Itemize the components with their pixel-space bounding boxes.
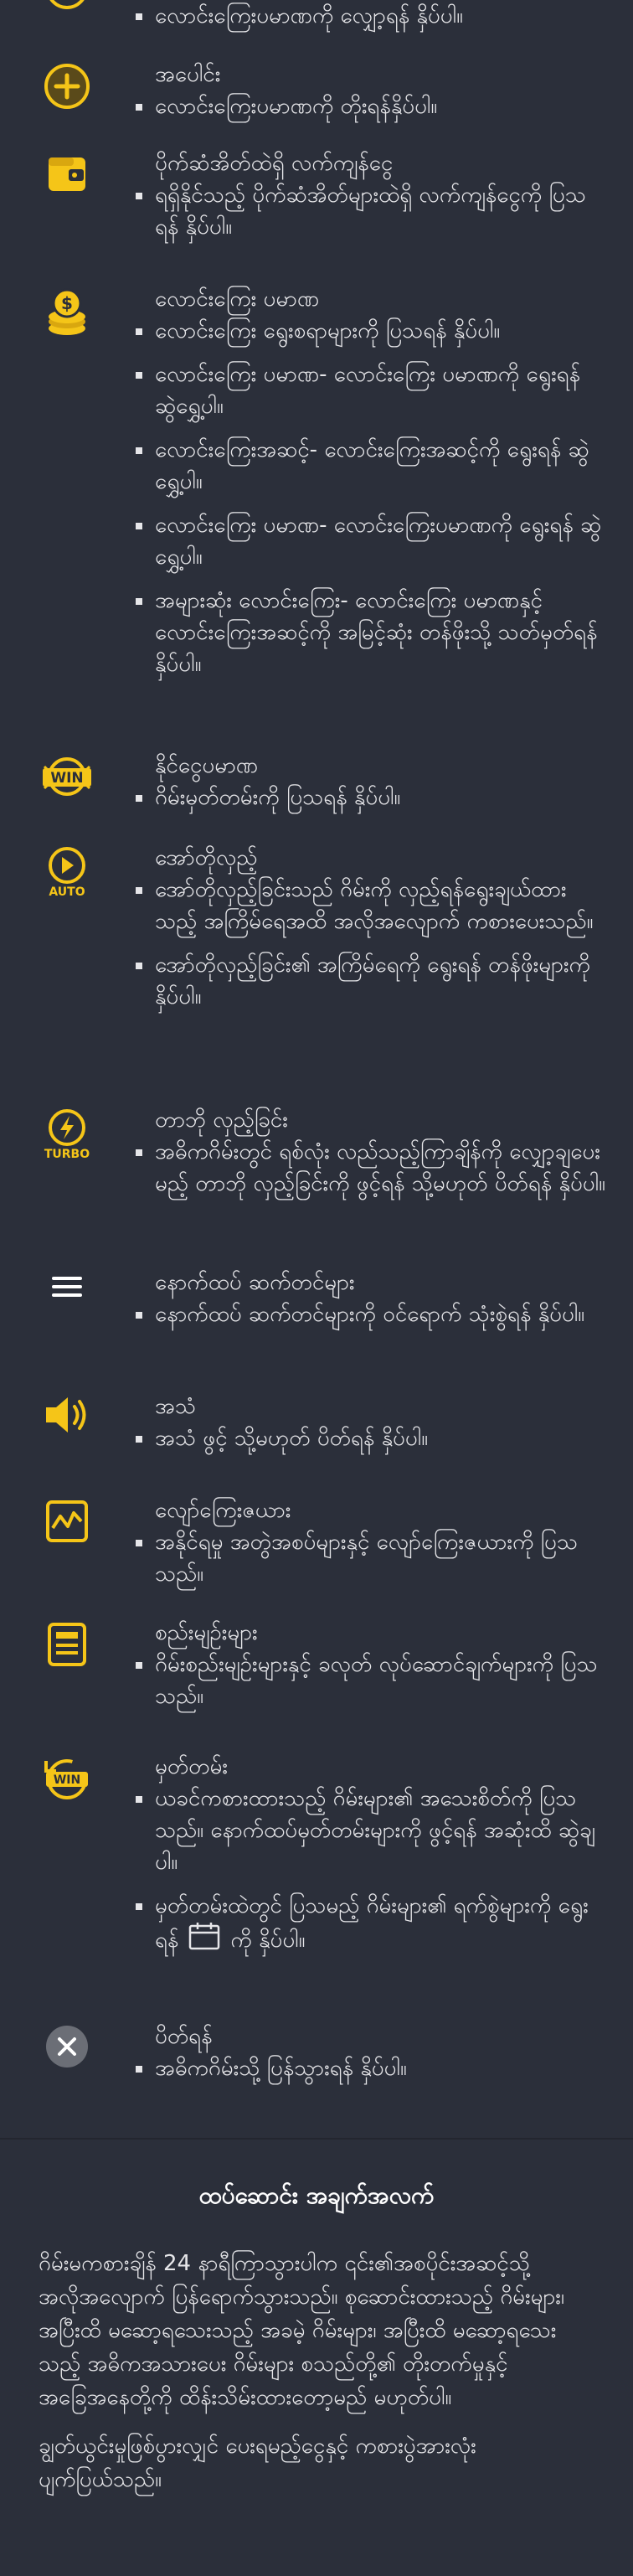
bullet-item: အဓိကဂိမ်းတွင် ရစ်လုံး လည်သည့်ကြာချိန်ကို… <box>134 1136 608 1200</box>
bullet-item: လောင်းကြေး ပမာဏ- လောင်းကြေး ပမာဏကို ရွေး… <box>134 359 608 422</box>
row-title: စည်းမျဉ်းများ <box>155 1620 258 1645</box>
icon-label: WIN <box>54 1773 80 1787</box>
bullet-item: လောင်းကြေးအဆင့်- လောင်းကြေးအဆင့်ကို ရွေး… <box>134 434 608 498</box>
bullet-item: အဓိကဂိမ်းသို့ ပြန်သွားရန် နှိပ်ပါ။ <box>134 2052 608 2084</box>
help-row: WIN နိုင်ငွေပမာဏဂိမ်းမှတ်တမ်းကို ပြသရန် န… <box>0 750 633 825</box>
history-icon: WIN <box>39 1754 95 1804</box>
bullet-list: အဓိကဂိမ်းသို့ ပြန်သွားရန် နှိပ်ပါ။ <box>134 2052 608 2084</box>
bullet-item: အော်တိုလှည့်ခြင်းသည် ဂိမ်းကို လှည့်ရန်ရွ… <box>134 874 608 937</box>
row-title: နိုင်ငွေပမာဏ <box>155 753 258 778</box>
bullet-item: ယခင်ကစားထားသည့် ဂိမ်းများ၏ အသေးစိတ်ကို ပ… <box>134 1783 608 1878</box>
menu-icon <box>49 1270 85 1303</box>
bullet-list: ယခင်ကစားထားသည့် ဂိမ်းများ၏ အသေးစိတ်ကို ပ… <box>134 1783 608 1959</box>
bullet-list: ရရှိနိုင်သည့် ပိုက်ဆံအိတ်များထဲရှိ လက်ကျ… <box>134 179 608 243</box>
bullet-item: အော်တိုလှည့်ခြင်း၏ အကြိမ်ရေကို ရွေးရန် တ… <box>134 949 608 1013</box>
bullet-list: အသံ ဖွင့် သို့မဟုတ် ပိတ်ရန် နှိပ်ပါ။ <box>134 1422 608 1454</box>
bullet-list: ဂိမ်းမှတ်တမ်းကို ပြသရန် နှိပ်ပါ။ <box>134 782 608 813</box>
additional-info-title: ထပ်ဆောင်း အချက်အလက် <box>198 2181 435 2209</box>
help-row: $ လောင်းကြေး ပမာဏလောင်းကြေး ရွေးစရာများကိ… <box>0 283 633 692</box>
auto-play-icon: AUTO <box>40 845 94 899</box>
help-row: စည်းမျဉ်းများဂိမ်းစည်းမျဉ်းများနှင့် ခလု… <box>0 1617 633 1724</box>
row-title: လျော်ကြေးဇယား <box>155 1498 291 1523</box>
calendar-icon <box>188 1922 220 1959</box>
close-icon <box>44 2024 90 2069</box>
coin-stack-icon: $ <box>44 287 90 338</box>
bullet-item: လောင်းကြေး ပမာဏ- လောင်းကြေးပမာဏကို ရွေးရ… <box>134 509 608 573</box>
icon-label: TURBO <box>44 1148 90 1161</box>
turbo-icon: TURBO <box>40 1107 94 1161</box>
bullet-list: အဓိကဂိမ်းတွင် ရစ်လုံး လည်သည့်ကြာချိန်ကို… <box>134 1136 608 1200</box>
help-row: အသံအသံ ဖွင့် သို့မဟုတ် ပိတ်ရန် နှိပ်ပါ။ <box>0 1391 633 1466</box>
row-title: အော်တိုလှည့် <box>155 845 258 870</box>
bullet-item: လောင်းကြေးပမာဏကို တိုးရန်နှိပ်ပါ။ <box>134 90 608 122</box>
bullet-list: နောက်ထပ် ဆက်တင်များကို ဝင်ရောက် သုံးစွဲရ… <box>134 1298 608 1330</box>
bullet-text: ကို နှိပ်ပါ။ <box>230 1928 306 1953</box>
bullet-list: လောင်းကြေးပမာဏကို လျှော့ရန် နှိပ်ပါ။ <box>134 0 608 32</box>
wallet-icon <box>44 151 90 198</box>
help-row: လောင်းကြေးပမာဏကို လျှော့ရန် နှိပ်ပါ။ <box>0 0 633 44</box>
bullet-item: နောက်ထပ် ဆက်တင်များကို ဝင်ရောက် သုံးစွဲရ… <box>134 1298 608 1330</box>
rules-icon <box>45 1620 89 1669</box>
bullet-item: အနိုင်ရမှု အတွဲအစပ်များနှင့် လျော်ကြေးဇယ… <box>134 1526 608 1590</box>
bullet-item: လောင်းကြေး ရွေးစရာများကို ပြသရန် နှိပ်ပါ… <box>134 315 608 347</box>
bullet-list: ဂိမ်းစည်းမျဉ်းများနှင့် ခလုတ် လုပ်ဆောင်ခ… <box>134 1649 608 1712</box>
row-title: အပေါင်း <box>155 62 221 87</box>
bullet-list: အနိုင်ရမှု အတွဲအစပ်များနှင့် လျော်ကြေးဇယ… <box>134 1526 608 1590</box>
help-row: ပိတ်ရန်အဓိကဂိမ်းသို့ ပြန်သွားရန် နှိပ်ပါ… <box>0 2021 633 2096</box>
icon-label: WIN <box>50 770 83 787</box>
sound-icon <box>43 1394 91 1436</box>
plus-circle-icon <box>43 62 91 111</box>
bullet-list: လောင်းကြေး ရွေးစရာများကို ပြသရန် နှိပ်ပါ… <box>134 315 608 680</box>
row-title: တာဘို လှည့်ခြင်း <box>155 1107 288 1133</box>
help-row: လျော်ကြေးဇယားအနိုင်ရမှု အတွဲအစပ်များနှင့… <box>0 1494 633 1602</box>
paytable-icon <box>44 1498 90 1545</box>
row-title: မှတ်တမ်း <box>155 1754 228 1779</box>
bullet-item: အများဆုံး လောင်းကြေး- လောင်းကြေး ပမာဏနှင… <box>134 585 608 680</box>
additional-info-paragraph: ချွတ်ယွင်းမှုဖြစ်ပွားလျှင် ပေးရမည့်ငွေနှ… <box>39 2434 476 2492</box>
help-row: AUTO အော်တိုလှည့်အော်တိုလှည့်ခြင်းသည် ဂိမ… <box>0 842 633 1025</box>
icon-label: AUTO <box>49 885 85 899</box>
bullet-item: မှတ်တမ်းထဲတွင် ပြသမည့် ဂိမ်းများ၏ ရက်စွဲ… <box>134 1890 608 1959</box>
svg-text:$: $ <box>61 293 73 313</box>
row-title: အသံ <box>155 1394 197 1419</box>
row-title: ပိတ်ရန် <box>155 2024 213 2049</box>
coin-icon <box>43 0 91 22</box>
bullet-item: ဂိမ်းစည်းမျဉ်းများနှင့် ခလုတ် လုပ်ဆောင်ခ… <box>134 1649 608 1712</box>
help-page: လောင်းကြေးပမာဏကို လျှော့ရန် နှိပ်ပါ။အပေါ… <box>0 0 633 2576</box>
help-row: အပေါင်းလောင်းကြေးပမာဏကို တိုးရန်နှိပ်ပါ။ <box>0 59 633 134</box>
help-row: TURBO တာဘို လှည့်ခြင်းအဓိကဂိမ်းတွင် ရစ်လု… <box>0 1104 633 1211</box>
bullet-list: အော်တိုလှည့်ခြင်းသည် ဂိမ်းကို လှည့်ရန်ရွ… <box>134 874 608 1013</box>
additional-info-section: ထပ်ဆောင်း အချက်အလက် ဂိမ်းမကစားချိန် 24 န… <box>0 2138 633 2576</box>
help-row: WIN မှတ်တမ်းယခင်ကစားထားသည့် ဂိမ်းများ၏ အသ… <box>0 1751 633 1971</box>
help-row: နောက်ထပ် ဆက်တင်များနောက်ထပ် ဆက်တင်များကိ… <box>0 1267 633 1342</box>
row-title: ပိုက်ဆံအိတ်ထဲရှိ လက်ကျန်ငွေ <box>155 151 394 176</box>
bullet-item: လောင်းကြေးပမာဏကို လျှော့ရန် နှိပ်ပါ။ <box>134 0 608 32</box>
bullet-item: အသံ ဖွင့် သို့မဟုတ် ပိတ်ရန် နှိပ်ပါ။ <box>134 1422 608 1454</box>
bullet-item: ဂိမ်းမှတ်တမ်းကို ပြသရန် နှိပ်ပါ။ <box>134 782 608 813</box>
row-title: နောက်ထပ် ဆက်တင်များ <box>155 1270 355 1295</box>
win-icon: WIN <box>39 753 95 800</box>
bullet-item: ရရှိနိုင်သည့် ပိုက်ဆံအိတ်များထဲရှိ လက်ကျ… <box>134 179 608 243</box>
additional-info-paragraph: ဂိမ်းမကစားချိန် 24 နာရီကြာသွားပါက ၎င်း၏အ… <box>39 2251 564 2410</box>
row-title: လောင်းကြေး ပမာဏ <box>155 287 320 312</box>
bullet-list: လောင်းကြေးပမာဏကို တိုးရန်နှိပ်ပါ။ <box>134 90 608 122</box>
help-row: ပိုက်ဆံအိတ်ထဲရှိ လက်ကျန်ငွေရရှိနိုင်သည့်… <box>0 147 633 255</box>
